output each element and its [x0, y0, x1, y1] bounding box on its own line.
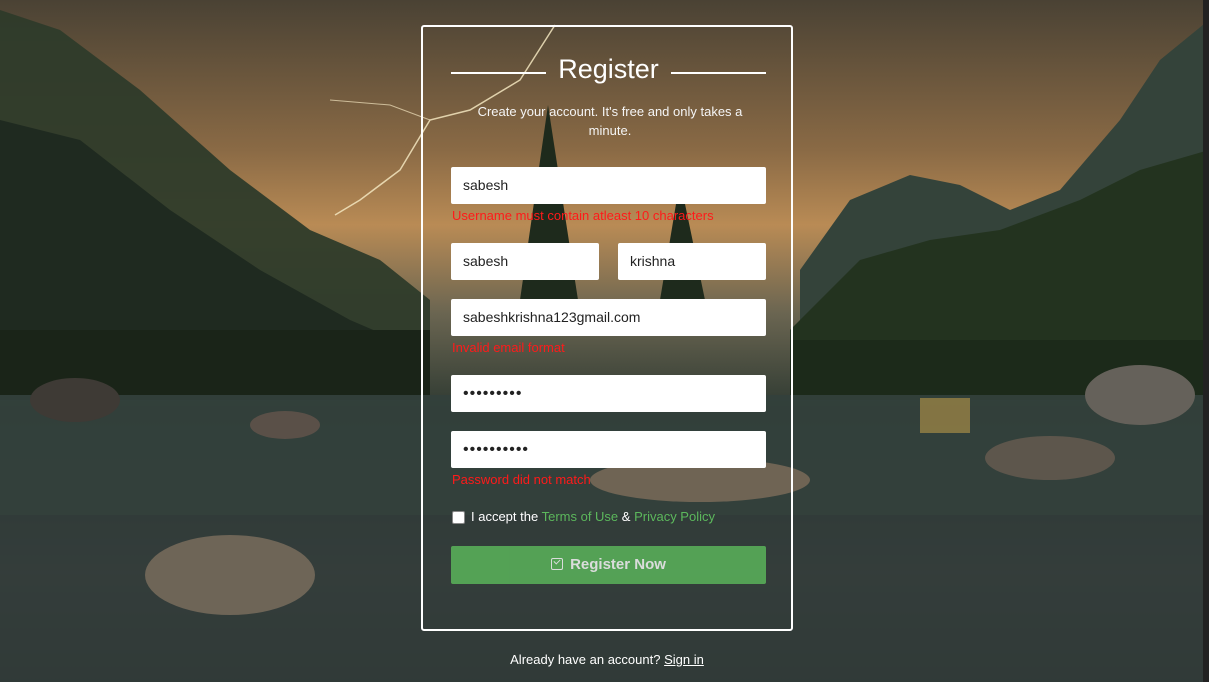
- check-square-icon: [551, 558, 564, 570]
- accept-terms-checkbox[interactable]: [452, 511, 465, 524]
- password-input[interactable]: •••••••••: [451, 375, 766, 412]
- register-now-button[interactable]: Register Now: [451, 546, 766, 584]
- sign-in-link[interactable]: Sign in: [664, 652, 704, 667]
- accept-terms-joiner: &: [618, 509, 635, 524]
- email-error: Invalid email format: [452, 340, 565, 355]
- accept-terms-label: I accept the Terms of Use & Privacy Poli…: [471, 509, 715, 524]
- confirm-password-input[interactable]: ••••••••••: [451, 431, 766, 468]
- privacy-policy-link[interactable]: Privacy Policy: [634, 509, 715, 524]
- register-now-label: Register Now: [570, 556, 666, 573]
- first-name-input[interactable]: sabesh: [451, 243, 599, 280]
- title-divider-right: [671, 72, 766, 74]
- confirm-password-error: Password did not match: [452, 472, 591, 487]
- page-title: Register: [558, 54, 659, 84]
- email-input[interactable]: sabeshkrishna123gmail.com: [451, 299, 766, 336]
- footer-signin: Already have an account? Sign in: [421, 652, 793, 667]
- title-row: Register: [451, 52, 766, 92]
- signin-prompt: Already have an account?: [510, 652, 661, 667]
- username-input[interactable]: sabesh: [451, 167, 766, 204]
- accept-terms-prefix: I accept the: [471, 509, 542, 524]
- subtitle: Create your account. It's free and only …: [477, 104, 743, 138]
- last-name-input[interactable]: krishna: [618, 243, 766, 280]
- username-error: Username must contain atleast 10 charact…: [452, 208, 714, 223]
- terms-of-use-link[interactable]: Terms of Use: [542, 509, 619, 524]
